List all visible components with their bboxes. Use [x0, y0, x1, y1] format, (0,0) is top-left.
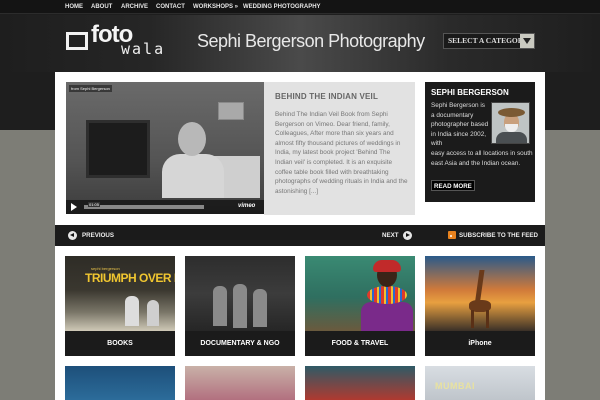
nav-workshops[interactable]: WORKSHOPS »: [193, 0, 238, 14]
subscribe-link[interactable]: SUBSCRIBE TO THE FEED: [459, 225, 538, 246]
read-more-button[interactable]: READ MORE: [431, 180, 475, 191]
video-window: [218, 102, 244, 120]
logo-text-bottom[interactable]: wala: [121, 41, 165, 57]
books-cover-title: TRIUMPH OVER POLIO: [85, 271, 175, 285]
post-title[interactable]: BEHIND THE INDIAN VEIL: [275, 92, 378, 101]
iphone-thumbnail[interactable]: [425, 256, 535, 331]
video-person-body: [162, 154, 224, 198]
top-navigation: HOME ABOUT ARCHIVE CONTACT WORKSHOPS » W…: [0, 0, 600, 14]
vimeo-logo[interactable]: vimeo: [238, 203, 255, 209]
nav-wedding-photography[interactable]: WEDDING PHOTOGRAPHY: [243, 0, 321, 14]
site-title: Sephi Bergerson Photography: [197, 31, 425, 51]
chevron-down-icon[interactable]: [520, 34, 534, 48]
arrow-left-icon[interactable]: [68, 231, 77, 240]
video-controls: 01:05 vimeo: [66, 200, 264, 214]
category-select-label: SELECT A CATEGORY: [448, 36, 529, 45]
category-tile-next-row[interactable]: [185, 366, 295, 400]
books-thumbnail[interactable]: sephi bergerson TRIUMPH OVER POLIO: [65, 256, 175, 331]
nav-home[interactable]: HOME: [65, 0, 83, 14]
giraffe-leg: [486, 310, 489, 328]
food-travel-beads: [367, 286, 407, 304]
documentary-figure: [253, 289, 267, 327]
books-figure-a: [125, 296, 139, 326]
category-caption[interactable]: FOOD & TRAVEL: [305, 331, 415, 356]
nav-contact[interactable]: CONTACT: [156, 0, 185, 14]
nav-about[interactable]: ABOUT: [91, 0, 112, 14]
category-tile-next-row[interactable]: [305, 366, 415, 400]
category-caption[interactable]: iPhone: [425, 331, 535, 356]
food-travel-robe: [361, 302, 413, 331]
food-travel-thumbnail[interactable]: [305, 256, 415, 331]
food-travel-scarf: [373, 260, 401, 272]
author-bio: Sephi Bergerson is a documentary photogr…: [431, 101, 541, 168]
documentary-thumbnail[interactable]: [185, 256, 295, 331]
author-name: SEPHI BERGERSON: [431, 88, 509, 97]
documentary-figure: [213, 286, 227, 326]
books-figure-b: [147, 300, 159, 326]
video-progress-bar[interactable]: [84, 205, 204, 209]
nav-archive[interactable]: ARCHIVE: [121, 0, 148, 14]
category-tile-next-row[interactable]: MUMBAI: [425, 366, 535, 400]
video-time: 01:05: [88, 202, 101, 207]
category-tile-books[interactable]: sephi bergerson TRIUMPH OVER POLIO BOOKS: [65, 256, 175, 356]
category-tile-food-travel[interactable]: FOOD & TRAVEL: [305, 256, 415, 356]
video-player[interactable]: from Sephi Bergerson 01:05 vimeo: [66, 82, 264, 214]
giraffe-leg: [471, 310, 474, 328]
post-excerpt: Behind The Indian Veil Book from Sephi B…: [275, 111, 408, 195]
video-person-head: [178, 122, 206, 156]
author-bio-line-a: Sephi Bergerson is a documentary photogr…: [431, 102, 489, 148]
category-caption[interactable]: DOCUMENTARY & NGO: [185, 331, 295, 356]
logo-frame-icon[interactable]: [66, 32, 88, 50]
next-link[interactable]: NEXT: [382, 225, 399, 246]
play-icon[interactable]: [71, 203, 77, 211]
category-caption[interactable]: BOOKS: [65, 331, 175, 356]
documentary-figure: [233, 284, 247, 328]
video-monitor: [86, 120, 150, 178]
category-tile-next-row[interactable]: [65, 366, 175, 400]
category-tile-documentary[interactable]: DOCUMENTARY & NGO: [185, 256, 295, 356]
mumbai-label: MUMBAI: [435, 381, 475, 391]
author-bio-line-b: easy access to all locations in south ea…: [431, 149, 533, 167]
arrow-right-icon[interactable]: [403, 231, 412, 240]
video-from-label[interactable]: from Sephi Bergerson: [69, 85, 112, 92]
category-select[interactable]: SELECT A CATEGORY: [443, 33, 535, 49]
previous-link[interactable]: PREVIOUS: [82, 225, 114, 246]
category-tile-iphone[interactable]: iPhone: [425, 256, 535, 356]
rss-icon[interactable]: [448, 231, 456, 239]
